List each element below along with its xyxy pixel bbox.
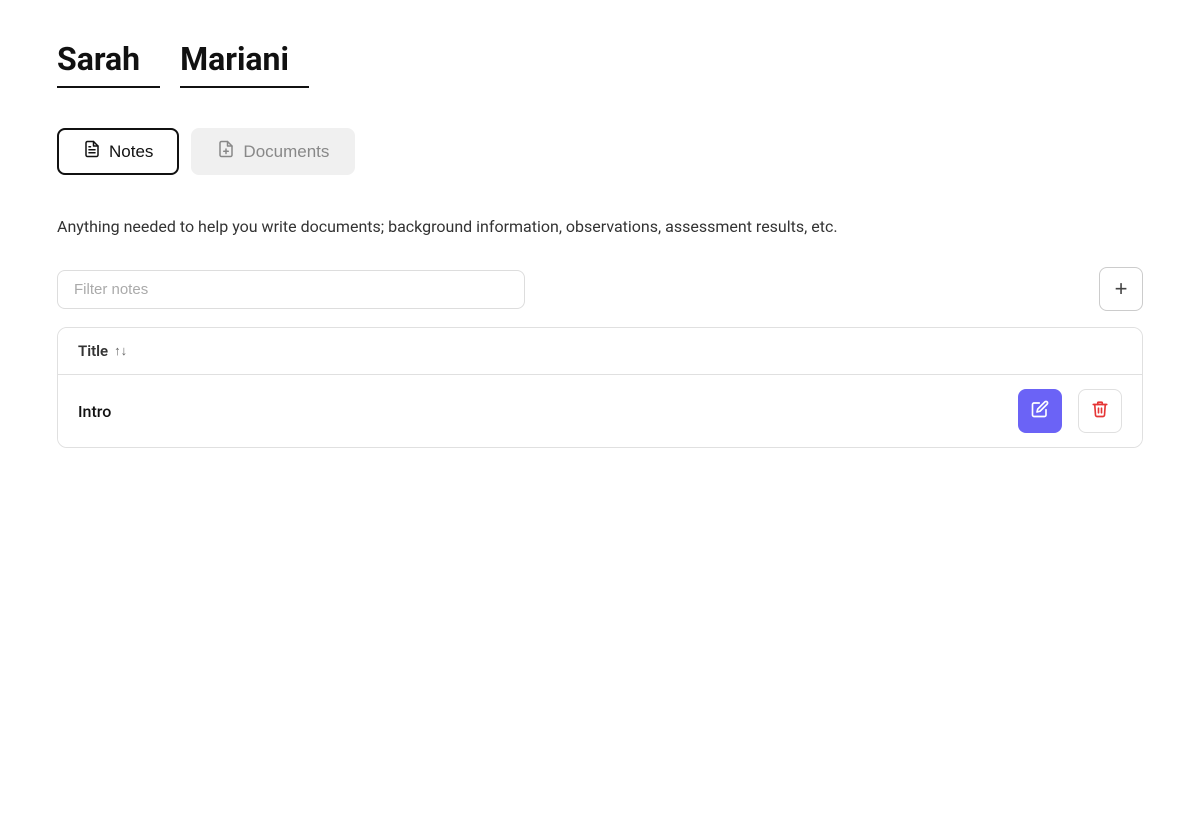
last-name: Mariani <box>180 40 309 88</box>
description-text: Anything needed to help you write docume… <box>57 215 1143 239</box>
add-icon: + <box>1115 276 1128 302</box>
header-names: Sarah Mariani <box>57 40 1143 88</box>
filter-notes-input[interactable] <box>57 270 525 309</box>
tab-notes-label: Notes <box>109 142 153 162</box>
edit-icon <box>1031 400 1049 423</box>
documents-tab-icon <box>217 140 235 163</box>
tab-row: Notes Documents <box>57 128 1143 175</box>
first-name: Sarah <box>57 40 160 88</box>
sort-icon[interactable]: ↑↓ <box>114 343 127 359</box>
delete-note-button[interactable] <box>1078 389 1122 433</box>
row-title: Intro <box>78 402 1018 421</box>
edit-note-button[interactable] <box>1018 389 1062 433</box>
notes-tab-icon <box>83 140 101 163</box>
tab-documents[interactable]: Documents <box>191 128 355 175</box>
tab-notes[interactable]: Notes <box>57 128 179 175</box>
title-column-header: Title ↑↓ <box>78 342 1122 360</box>
table-row: Intro <box>58 375 1142 447</box>
tab-documents-label: Documents <box>243 142 329 162</box>
notes-table: Title ↑↓ Intro <box>57 327 1143 448</box>
delete-icon <box>1091 400 1109 423</box>
filter-row: + <box>57 267 1143 311</box>
row-actions <box>1018 389 1122 433</box>
table-header: Title ↑↓ <box>58 328 1142 375</box>
add-note-button[interactable]: + <box>1099 267 1143 311</box>
